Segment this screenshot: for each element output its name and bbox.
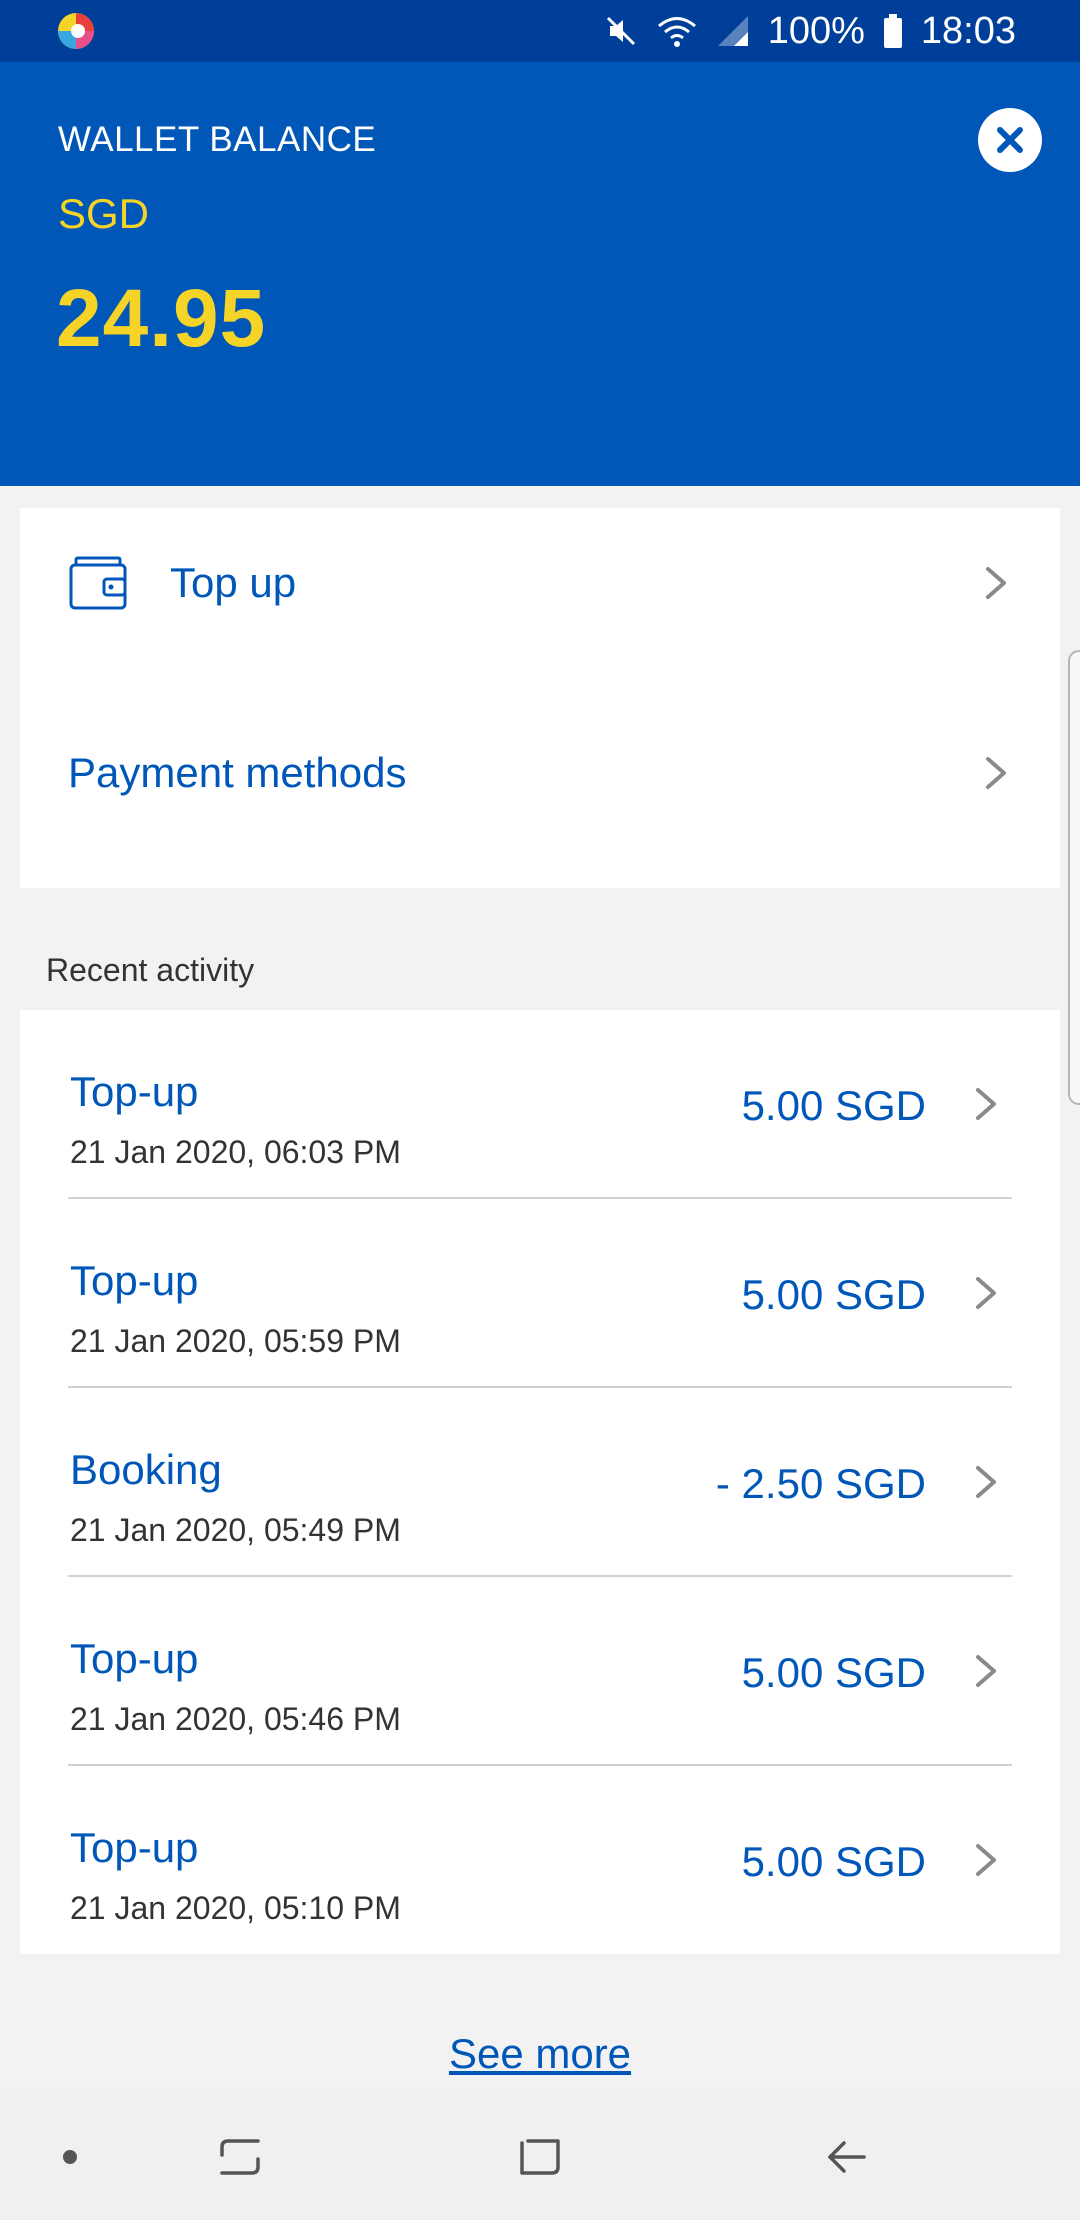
transaction-type: Top-up (70, 1824, 199, 1871)
wallet-currency: SGD (58, 190, 150, 237)
transaction-type: Top-up (70, 1068, 199, 1115)
home-icon[interactable] (510, 2127, 570, 2187)
transaction-type: Top-up (70, 1635, 199, 1682)
chevron-right-icon (976, 1277, 996, 1309)
transaction-row[interactable]: Booking 21 Jan 2020, 05:49 PM - 2.50 SGD (68, 1388, 1012, 1577)
navigation-bar (0, 2094, 1080, 2220)
mute-icon (604, 14, 638, 48)
close-icon (997, 127, 1023, 153)
recent-activity-title: Recent activity (46, 952, 255, 988)
transaction-amount: - 2.50 SGD (715, 1460, 926, 1507)
scroll-handle[interactable] (1068, 650, 1080, 1105)
chevron-right-icon (976, 1655, 996, 1687)
chevron-right-icon (976, 1466, 996, 1498)
wallet-header: WALLET BALANCE SGD 24.95 (0, 62, 1080, 486)
wallet-icon (68, 555, 128, 611)
transaction-amount: 5.00 SGD (741, 1838, 926, 1885)
recents-icon[interactable] (210, 2127, 270, 2187)
transaction-row[interactable]: Top-up 21 Jan 2020, 05:10 PM 5.00 SGD (68, 1766, 1012, 1955)
transaction-amount: 5.00 SGD (741, 1649, 926, 1696)
transaction-date: 21 Jan 2020, 05:49 PM (70, 1512, 401, 1548)
transaction-date: 21 Jan 2020, 05:59 PM (70, 1323, 401, 1359)
see-more-link[interactable]: See more (0, 2030, 1080, 2078)
dot-icon[interactable] (58, 2145, 82, 2169)
signal-icon (716, 14, 750, 48)
top-up-row[interactable]: Top up (20, 508, 1060, 658)
wifi-icon (656, 14, 698, 48)
close-button[interactable] (978, 108, 1042, 172)
chevron-right-icon (976, 1088, 996, 1120)
transaction-amount: 5.00 SGD (741, 1271, 926, 1318)
app-logo-icon (56, 11, 96, 51)
status-bar: 100% 18:03 (0, 0, 1080, 62)
wallet-balance-label: WALLET BALANCE (58, 120, 377, 159)
status-icons: 100% 18:03 (604, 10, 1016, 53)
back-icon[interactable] (816, 2127, 876, 2187)
recent-activity-list: Top-up 21 Jan 2020, 06:03 PM 5.00 SGD To… (20, 1010, 1060, 1954)
wallet-amount: 24.95 (56, 273, 267, 364)
transaction-row[interactable]: Top-up 21 Jan 2020, 06:03 PM 5.00 SGD (68, 1010, 1012, 1199)
battery-icon (883, 14, 903, 48)
transaction-amount: 5.00 SGD (741, 1082, 926, 1129)
top-up-label: Top up (170, 559, 297, 606)
transaction-type: Booking (70, 1446, 222, 1493)
chevron-right-icon (986, 757, 1006, 789)
payment-methods-row[interactable]: Payment methods (20, 698, 1060, 848)
chevron-right-icon (986, 567, 1006, 599)
wallet-screen: 100% 18:03 WALLET BALANCE SGD 24.95 Top … (0, 0, 1080, 2220)
transaction-date: 21 Jan 2020, 06:03 PM (70, 1134, 401, 1170)
transaction-row[interactable]: Top-up 21 Jan 2020, 05:46 PM 5.00 SGD (68, 1577, 1012, 1766)
chevron-right-icon (976, 1844, 996, 1876)
transaction-type: Top-up (70, 1257, 199, 1304)
status-time: 18:03 (920, 9, 1016, 52)
transaction-date: 21 Jan 2020, 05:10 PM (70, 1890, 401, 1926)
transaction-date: 21 Jan 2020, 05:46 PM (70, 1701, 401, 1737)
battery-percent: 100% (767, 9, 865, 52)
payment-methods-label: Payment methods (68, 749, 407, 796)
transaction-row[interactable]: Top-up 21 Jan 2020, 05:59 PM 5.00 SGD (68, 1199, 1012, 1388)
wallet-actions-card: Top up Payment methods (20, 508, 1060, 888)
